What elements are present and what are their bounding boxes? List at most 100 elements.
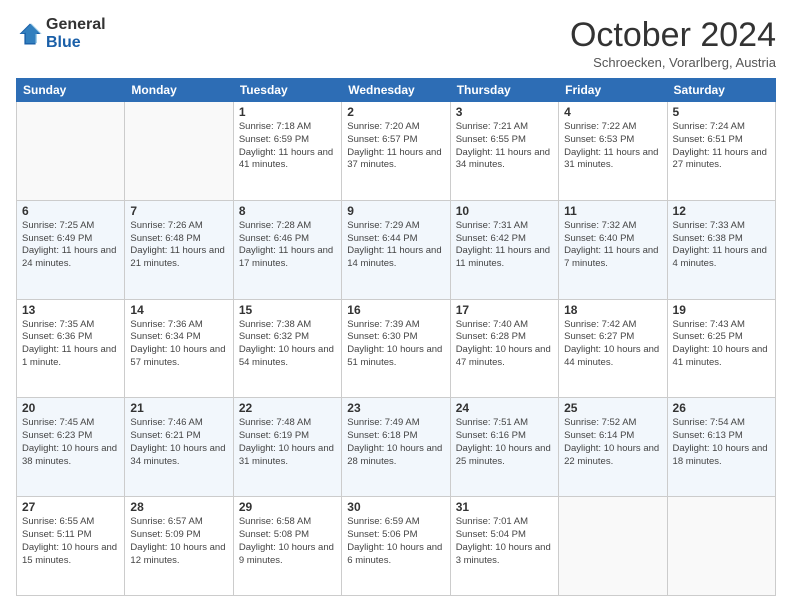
day-number: 24	[456, 401, 553, 415]
logo: General Blue	[16, 16, 106, 52]
table-row: 26 Sunrise: 7:54 AMSunset: 6:13 PMDayligh…	[667, 398, 775, 497]
day-info: Sunrise: 7:21 AMSunset: 6:55 PMDaylight:…	[456, 121, 553, 172]
day-number: 9	[347, 204, 444, 218]
day-info: Sunrise: 7:39 AMSunset: 6:30 PMDaylight:…	[347, 319, 444, 370]
table-row: 7 Sunrise: 7:26 AMSunset: 6:48 PMDaylight…	[125, 200, 233, 299]
day-number: 12	[673, 204, 770, 218]
day-info: Sunrise: 7:18 AMSunset: 6:59 PMDaylight:…	[239, 121, 336, 172]
table-row: 28Sunrise: 6:57 AMSunset: 5:09 PMDayligh…	[125, 497, 233, 596]
table-row: 17 Sunrise: 7:40 AMSunset: 6:28 PMDayligh…	[450, 299, 558, 398]
day-number: 13	[22, 303, 119, 317]
weekday-header-row: Sunday Monday Tuesday Wednesday Thursday…	[17, 79, 776, 102]
day-info: Sunrise: 7:26 AMSunset: 6:48 PMDaylight:…	[130, 220, 227, 271]
day-info: Sunrise: 7:45 AMSunset: 6:23 PMDaylight:…	[22, 417, 119, 468]
day-number: 31	[456, 500, 553, 514]
day-info: Sunrise: 7:20 AMSunset: 6:57 PMDaylight:…	[347, 121, 444, 172]
day-number: 14	[130, 303, 227, 317]
calendar-week-row: 6 Sunrise: 7:25 AMSunset: 6:49 PMDaylight…	[17, 200, 776, 299]
header-wednesday: Wednesday	[342, 79, 450, 102]
day-info: Sunrise: 7:36 AMSunset: 6:34 PMDaylight:…	[130, 319, 227, 370]
table-row: 6 Sunrise: 7:25 AMSunset: 6:49 PMDaylight…	[17, 200, 125, 299]
day-info: Sunrise: 7:35 AMSunset: 6:36 PMDaylight:…	[22, 319, 119, 370]
day-number: 16	[347, 303, 444, 317]
header-monday: Monday	[125, 79, 233, 102]
day-info: Sunrise: 7:29 AMSunset: 6:44 PMDaylight:…	[347, 220, 444, 271]
day-info: Sunrise: 7:31 AMSunset: 6:42 PMDaylight:…	[456, 220, 553, 271]
day-number: 2	[347, 105, 444, 119]
table-row: 18Sunrise: 7:42 AMSunset: 6:27 PMDayligh…	[559, 299, 667, 398]
day-info: Sunrise: 6:57 AMSunset: 5:09 PMDaylight:…	[130, 516, 227, 567]
day-number: 22	[239, 401, 336, 415]
header-sunday: Sunday	[17, 79, 125, 102]
day-info: Sunrise: 7:49 AMSunset: 6:18 PMDaylight:…	[347, 417, 444, 468]
logo-blue-text: Blue	[46, 34, 81, 51]
table-row: 12Sunrise: 7:33 AMSunset: 6:38 PMDayligh…	[667, 200, 775, 299]
day-number: 7	[130, 204, 227, 218]
day-number: 21	[130, 401, 227, 415]
day-info: Sunrise: 7:43 AMSunset: 6:25 PMDaylight:…	[673, 319, 770, 370]
day-info: Sunrise: 7:38 AMSunset: 6:32 PMDaylight:…	[239, 319, 336, 370]
table-row: 23 Sunrise: 7:49 AMSunset: 6:18 PMDayligh…	[342, 398, 450, 497]
table-row: 22Sunrise: 7:48 AMSunset: 6:19 PMDayligh…	[233, 398, 341, 497]
day-number: 19	[673, 303, 770, 317]
day-info: Sunrise: 7:54 AMSunset: 6:13 PMDaylight:…	[673, 417, 770, 468]
table-row	[125, 102, 233, 201]
table-row: 16 Sunrise: 7:39 AMSunset: 6:30 PMDayligh…	[342, 299, 450, 398]
day-info: Sunrise: 7:22 AMSunset: 6:53 PMDaylight:…	[564, 121, 661, 172]
page-header: General Blue October 2024 Schroecken, Vo…	[16, 16, 776, 70]
day-number: 15	[239, 303, 336, 317]
day-info: Sunrise: 7:40 AMSunset: 6:28 PMDaylight:…	[456, 319, 553, 370]
day-info: Sunrise: 6:58 AMSunset: 5:08 PMDaylight:…	[239, 516, 336, 567]
table-row: 5Sunrise: 7:24 AMSunset: 6:51 PMDaylight…	[667, 102, 775, 201]
table-row: 15 Sunrise: 7:38 AMSunset: 6:32 PMDayligh…	[233, 299, 341, 398]
table-row	[559, 497, 667, 596]
day-info: Sunrise: 7:46 AMSunset: 6:21 PMDaylight:…	[130, 417, 227, 468]
day-number: 17	[456, 303, 553, 317]
day-number: 11	[564, 204, 661, 218]
day-number: 26	[673, 401, 770, 415]
day-number: 6	[22, 204, 119, 218]
table-row: 30 Sunrise: 6:59 AMSunset: 5:06 PMDayligh…	[342, 497, 450, 596]
calendar-table: Sunday Monday Tuesday Wednesday Thursday…	[16, 78, 776, 596]
table-row: 10 Sunrise: 7:31 AMSunset: 6:42 PMDayligh…	[450, 200, 558, 299]
header-friday: Friday	[559, 79, 667, 102]
table-row: 11 Sunrise: 7:32 AMSunset: 6:40 PMDayligh…	[559, 200, 667, 299]
day-info: Sunrise: 7:42 AMSunset: 6:27 PMDaylight:…	[564, 319, 661, 370]
day-number: 4	[564, 105, 661, 119]
day-number: 3	[456, 105, 553, 119]
day-number: 8	[239, 204, 336, 218]
day-info: Sunrise: 6:59 AMSunset: 5:06 PMDaylight:…	[347, 516, 444, 567]
day-info: Sunrise: 7:32 AMSunset: 6:40 PMDaylight:…	[564, 220, 661, 271]
day-info: Sunrise: 7:51 AMSunset: 6:16 PMDaylight:…	[456, 417, 553, 468]
day-info: Sunrise: 7:28 AMSunset: 6:46 PMDaylight:…	[239, 220, 336, 271]
day-info: Sunrise: 7:01 AMSunset: 5:04 PMDaylight:…	[456, 516, 553, 567]
table-row: 31 Sunrise: 7:01 AMSunset: 5:04 PMDayligh…	[450, 497, 558, 596]
calendar-week-row: 13 Sunrise: 7:35 AMSunset: 6:36 PMDayligh…	[17, 299, 776, 398]
calendar-week-row: 27Sunrise: 6:55 AMSunset: 5:11 PMDayligh…	[17, 497, 776, 596]
calendar-location: Schroecken, Vorarlberg, Austria	[570, 55, 776, 70]
day-info: Sunrise: 7:24 AMSunset: 6:51 PMDaylight:…	[673, 121, 770, 172]
day-number: 10	[456, 204, 553, 218]
day-number: 1	[239, 105, 336, 119]
table-row: 14 Sunrise: 7:36 AMSunset: 6:34 PMDayligh…	[125, 299, 233, 398]
table-row: 19 Sunrise: 7:43 AMSunset: 6:25 PMDayligh…	[667, 299, 775, 398]
table-row: 9 Sunrise: 7:29 AMSunset: 6:44 PMDaylight…	[342, 200, 450, 299]
day-number: 23	[347, 401, 444, 415]
logo-general-text: General	[46, 16, 106, 34]
day-number: 29	[239, 500, 336, 514]
calendar-month-title: October 2024	[570, 16, 776, 55]
table-row: 25Sunrise: 7:52 AMSunset: 6:14 PMDayligh…	[559, 398, 667, 497]
table-row: 2 Sunrise: 7:20 AMSunset: 6:57 PMDaylight…	[342, 102, 450, 201]
table-row: 3 Sunrise: 7:21 AMSunset: 6:55 PMDaylight…	[450, 102, 558, 201]
day-number: 30	[347, 500, 444, 514]
table-row	[667, 497, 775, 596]
day-number: 20	[22, 401, 119, 415]
table-row: 13 Sunrise: 7:35 AMSunset: 6:36 PMDayligh…	[17, 299, 125, 398]
calendar-week-row: 20 Sunrise: 7:45 AMSunset: 6:23 PMDayligh…	[17, 398, 776, 497]
header-tuesday: Tuesday	[233, 79, 341, 102]
calendar-title-area: October 2024 Schroecken, Vorarlberg, Aus…	[570, 16, 776, 70]
day-info: Sunrise: 7:52 AMSunset: 6:14 PMDaylight:…	[564, 417, 661, 468]
table-row	[17, 102, 125, 201]
day-number: 27	[22, 500, 119, 514]
day-info: Sunrise: 7:25 AMSunset: 6:49 PMDaylight:…	[22, 220, 119, 271]
